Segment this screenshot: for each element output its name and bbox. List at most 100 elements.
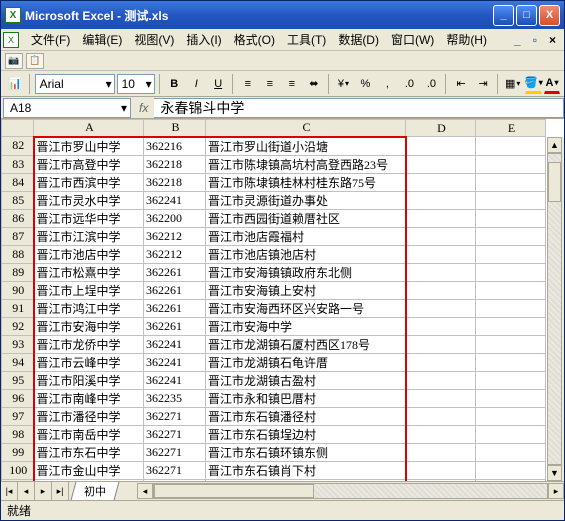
cell[interactable]: 晋江市安海西环区兴安路一号 — [206, 299, 406, 317]
vscroll-thumb[interactable] — [548, 162, 561, 202]
cell[interactable]: 晋江市云峰中学 — [34, 353, 144, 371]
cell[interactable] — [406, 425, 476, 443]
cell[interactable]: 晋江市永和镇巴厝村 — [206, 389, 406, 407]
cell[interactable] — [476, 443, 546, 461]
percent-button[interactable]: % — [355, 74, 375, 94]
cell[interactable] — [476, 137, 546, 156]
cell[interactable] — [476, 173, 546, 191]
cell[interactable] — [476, 155, 546, 173]
cell[interactable]: 362200 — [144, 209, 206, 227]
cell[interactable]: 晋江市灵源街道办事处 — [206, 191, 406, 209]
borders-button[interactable]: ▦ — [503, 74, 523, 94]
cell[interactable] — [406, 245, 476, 263]
formula-input[interactable]: 永春锦斗中学 — [154, 98, 564, 118]
cell[interactable] — [406, 335, 476, 353]
cell[interactable] — [406, 461, 476, 479]
cell[interactable]: 晋江市安海中学 — [34, 317, 144, 335]
horizontal-scrollbar[interactable]: ◂ ▸ — [137, 482, 564, 500]
row-header[interactable]: 94 — [2, 353, 34, 371]
tab-last-button[interactable]: ▸| — [52, 482, 69, 500]
cell[interactable]: 晋江市安海镇上安村 — [206, 281, 406, 299]
row-header[interactable]: 89 — [2, 263, 34, 281]
row-header[interactable]: 88 — [2, 245, 34, 263]
cell[interactable] — [476, 281, 546, 299]
cell[interactable] — [406, 173, 476, 191]
align-center-button[interactable]: ≡ — [260, 74, 280, 94]
cell[interactable]: 362261 — [144, 317, 206, 335]
chart-icon[interactable]: 📊 — [5, 74, 25, 94]
sheet-tab-active[interactable]: 初中 — [71, 482, 120, 500]
cell[interactable]: 晋江市东石镇环镇东侧 — [206, 443, 406, 461]
cell[interactable]: 362241 — [144, 353, 206, 371]
font-color-button[interactable]: A — [544, 74, 560, 94]
cell[interactable]: 晋江市阳溪中学 — [34, 371, 144, 389]
cell[interactable]: 晋江市东石镇潘径村 — [206, 407, 406, 425]
cell[interactable]: 晋江市上埕中学 — [34, 281, 144, 299]
cell[interactable]: 晋江市池店中学 — [34, 245, 144, 263]
col-header-D[interactable]: D — [406, 120, 476, 137]
cell[interactable] — [476, 227, 546, 245]
cell[interactable] — [476, 245, 546, 263]
cell[interactable]: 晋江市潘径中学 — [34, 407, 144, 425]
maximize-button[interactable]: □ — [516, 5, 537, 26]
col-header-B[interactable]: B — [144, 120, 206, 137]
cell[interactable]: 晋江市灵水中学 — [34, 191, 144, 209]
cell[interactable]: 晋江市陈埭镇桂林村桂东路75号 — [206, 173, 406, 191]
col-header-A[interactable]: A — [34, 120, 144, 137]
cell[interactable]: 晋江市东石镇埕边村 — [206, 425, 406, 443]
cell[interactable] — [406, 155, 476, 173]
cell[interactable]: 晋江市龙湖镇古盈村 — [206, 371, 406, 389]
cell[interactable]: 362271 — [144, 443, 206, 461]
cell[interactable]: 362261 — [144, 299, 206, 317]
cell[interactable] — [476, 191, 546, 209]
menu-view[interactable]: 视图(V) — [128, 29, 180, 50]
cell[interactable]: 362241 — [144, 335, 206, 353]
cell[interactable]: 362218 — [144, 173, 206, 191]
cell[interactable]: 362241 — [144, 191, 206, 209]
cell[interactable]: 晋江市西园街道赖厝社区 — [206, 209, 406, 227]
cell[interactable] — [406, 209, 476, 227]
cell[interactable] — [406, 137, 476, 156]
cell[interactable]: 晋江市江滨中学 — [34, 227, 144, 245]
cell[interactable] — [476, 209, 546, 227]
menu-edit[interactable]: 编辑(E) — [76, 29, 128, 50]
cell[interactable]: 362218 — [144, 155, 206, 173]
fx-icon[interactable]: fx — [133, 101, 154, 115]
font-size-select[interactable]: 10 — [117, 74, 155, 94]
cell[interactable]: 晋江市西滨中学 — [34, 173, 144, 191]
cell[interactable] — [406, 263, 476, 281]
cell[interactable]: 晋江市安海中学 — [206, 317, 406, 335]
row-header[interactable]: 86 — [2, 209, 34, 227]
menu-data[interactable]: 数据(D) — [332, 29, 385, 50]
cell[interactable]: 晋江市南岳中学 — [34, 425, 144, 443]
row-header[interactable]: 90 — [2, 281, 34, 299]
camera-icon[interactable]: 📷 — [5, 53, 23, 69]
cell[interactable]: 晋江市罗山街道小沿塘 — [206, 137, 406, 156]
cell[interactable] — [476, 389, 546, 407]
cell[interactable]: 362261 — [144, 263, 206, 281]
cell[interactable]: 晋江市鸿江中学 — [34, 299, 144, 317]
scroll-right-button[interactable]: ▸ — [548, 483, 564, 499]
cell[interactable] — [476, 371, 546, 389]
cell[interactable]: 362216 — [144, 137, 206, 156]
minimize-button[interactable]: _ — [493, 5, 514, 26]
row-header[interactable]: 91 — [2, 299, 34, 317]
scroll-left-button[interactable]: ◂ — [137, 483, 153, 499]
vertical-scrollbar[interactable]: ▲ ▼ — [547, 137, 564, 481]
row-header[interactable]: 97 — [2, 407, 34, 425]
cell[interactable]: 晋江市陈埭镇高坑村高登西路23号 — [206, 155, 406, 173]
cell[interactable]: 晋江市龙湖镇石龟许厝 — [206, 353, 406, 371]
cell[interactable]: 晋江市东石中学 — [34, 443, 144, 461]
italic-button[interactable]: I — [186, 74, 206, 94]
cell[interactable] — [406, 317, 476, 335]
cell[interactable]: 晋江市金山中学 — [34, 461, 144, 479]
menu-file[interactable]: 文件(F) — [25, 29, 76, 50]
cell[interactable] — [476, 299, 546, 317]
row-header[interactable]: 98 — [2, 425, 34, 443]
scroll-up-button[interactable]: ▲ — [547, 137, 562, 153]
row-header[interactable]: 99 — [2, 443, 34, 461]
align-right-button[interactable]: ≡ — [282, 74, 302, 94]
cell[interactable] — [476, 407, 546, 425]
cell[interactable]: 晋江市松熹中学 — [34, 263, 144, 281]
row-header[interactable]: 82 — [2, 137, 34, 156]
